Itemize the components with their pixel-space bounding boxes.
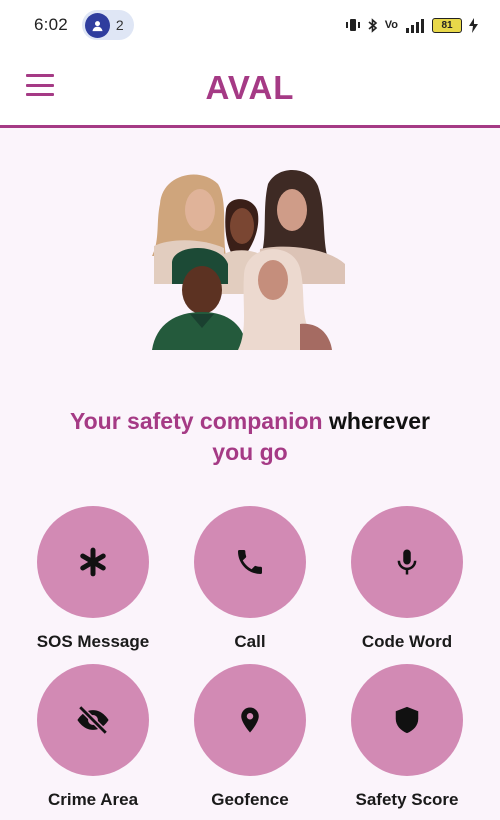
sos-message-button[interactable] [37,506,149,618]
code-word-button[interactable] [351,506,463,618]
feature-safety-score[interactable]: Safety Score [337,664,477,810]
app-title: AVAL [205,68,295,106]
tagline-normal: wherever [329,408,431,434]
tagline-line-2: you go [0,437,500,468]
feature-sos-message[interactable]: SOS Message [23,506,163,652]
eye-off-icon [77,705,109,735]
hotspot-indicator: 2 [81,10,134,40]
tagline-line-1: Your safety companion wherever [0,406,500,437]
safety-score-button[interactable] [351,664,463,776]
feature-crime-area[interactable]: Crime Area [23,664,163,810]
bluetooth-icon [368,17,377,33]
asterisk-icon [80,547,106,577]
sos-message-label: SOS Message [36,632,150,651]
tagline-highlight: Your safety companion [69,408,323,434]
geofence-button[interactable] [194,664,306,776]
battery-icon: 81 [432,17,462,33]
women-group-illustration [150,164,350,354]
crime-area-button[interactable] [37,664,149,776]
tagline: Your safety companion wherever you go [0,406,500,468]
vibrate-icon [345,19,360,31]
feature-call[interactable]: Call [180,506,320,652]
hotspot-icon [84,12,110,38]
code-word-label: Code Word [361,632,453,651]
call-button[interactable] [194,506,306,618]
location-pin-icon [241,707,259,733]
status-bar: 6:02 2 Vo 81 [0,0,500,50]
signal-icon [406,18,424,33]
phone-icon [238,550,262,574]
call-label: Call [234,632,266,651]
status-time: 6:02 [34,15,68,34]
safety-score-label: Safety Score [355,790,459,809]
feature-geofence[interactable]: Geofence [180,664,320,810]
geofence-label: Geofence [211,790,289,809]
crime-area-label: Crime Area [47,790,139,809]
tagline-end: you go [212,439,288,465]
app-bar: AVAL [0,50,500,128]
microphone-icon [397,549,417,575]
battery-level: 81 [441,19,453,31]
shield-icon [395,706,419,734]
feature-code-word[interactable]: Code Word [337,506,477,652]
volte-icon: Vo [384,19,398,31]
charging-bolt-icon [469,17,478,33]
status-icons: Vo 81 [345,17,478,33]
hamburger-menu-icon[interactable] [26,74,54,96]
hotspot-count: 2 [115,17,124,33]
